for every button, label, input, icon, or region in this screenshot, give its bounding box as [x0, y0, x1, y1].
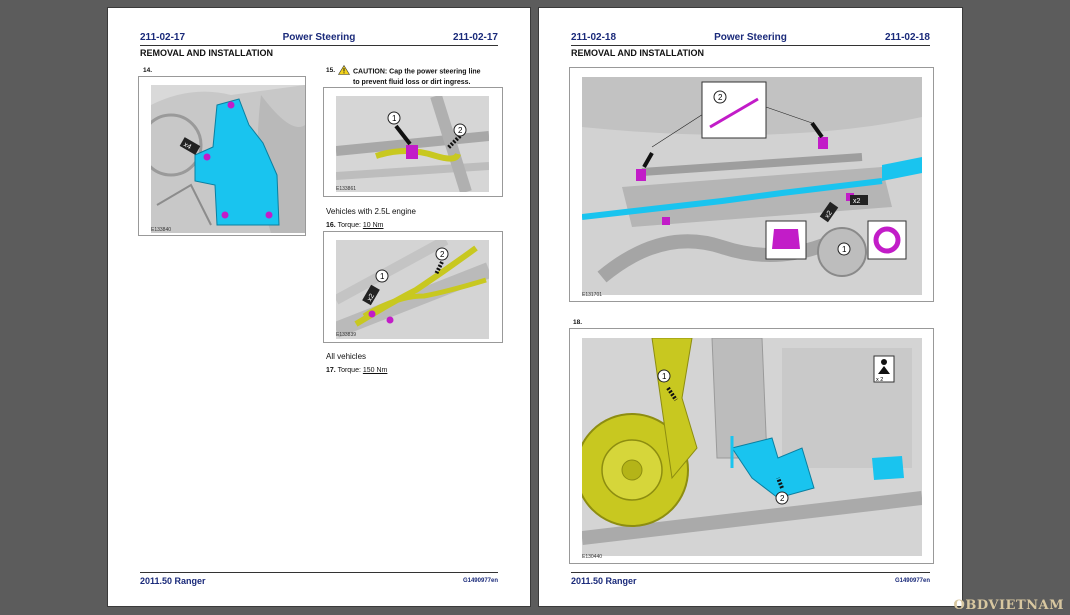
step-15-illustration: 1 2 — [336, 96, 489, 192]
step-15-caution: CAUTION: Cap the power steering line to … — [337, 64, 481, 87]
torque-value: 10 Nm — [362, 222, 384, 229]
header-divider — [571, 45, 930, 46]
step-16-figure-id: E133839 — [336, 332, 357, 338]
step-number-18: 18. — [573, 319, 583, 326]
footer-model: 2011.50 Ranger — [140, 576, 206, 586]
caution-line-1: CAUTION: Cap the power steering line — [353, 68, 481, 76]
step-16-callout-1: 1 — [380, 272, 385, 281]
step-18-callout-1: 1 — [662, 372, 667, 381]
torque-label: Torque: — [337, 367, 361, 374]
footer-divider — [571, 572, 930, 573]
step-16-figure-frame: x2 1 2 E133839 — [323, 231, 503, 343]
section-heading: REMOVAL AND INSTALLATION — [140, 48, 273, 58]
step-number-16: 16. — [326, 222, 336, 229]
step-number-15: 15. — [326, 67, 336, 74]
step-16-illustration: x2 1 2 — [336, 240, 489, 339]
footer-code: G1490977en — [462, 578, 498, 584]
warning-triangle-icon — [337, 64, 351, 79]
footer-divider — [140, 572, 498, 573]
top-figure-frame: 2 1 x2 x2 E131701 — [569, 67, 934, 302]
step-15-callout-1: 1 — [392, 114, 397, 123]
step-number-14: 14. — [143, 67, 153, 74]
header-divider — [140, 45, 498, 46]
top-callout-1: 1 — [842, 245, 847, 254]
manual-page-left: 211-02-17 Power Steering 211-02-17 REMOV… — [107, 7, 531, 607]
vehicle-variant-2-5l: Vehicles with 2.5L engine — [326, 207, 416, 216]
step-18-badge: x 2 — [876, 377, 883, 383]
top-callout-2: 2 — [718, 93, 723, 102]
step-14-illustration: x4 — [151, 85, 305, 233]
step-15-callout-2: 2 — [458, 126, 463, 135]
step-16-callout-2: 2 — [440, 250, 445, 259]
torque-label: Torque: — [337, 222, 361, 229]
manual-page-right: 211-02-18 Power Steering 211-02-18 REMOV… — [538, 7, 963, 607]
footer-code: G1490977en — [894, 578, 930, 584]
step-14-figure-frame: x4 E133840 — [138, 76, 306, 236]
step-15-figure-frame: 1 2 E133861 — [323, 87, 503, 197]
step-15-figure-id: E133861 — [336, 186, 357, 192]
step-16-torque: 16. Torque: 10 Nm — [326, 222, 384, 229]
step-14-figure-id: E133840 — [151, 227, 172, 233]
vehicle-variant-all: All vehicles — [326, 352, 367, 361]
top-figure-id: E131701 — [582, 292, 603, 298]
step-17-torque: 17. Torque: 150 Nm — [326, 367, 387, 374]
page-code-right: 211-02-17 — [452, 32, 498, 43]
page-code-right: 211-02-18 — [884, 32, 930, 43]
top-badge-x2-a: x2 — [853, 198, 861, 205]
step-18-figure-frame: 1 2 x 2 E130440 — [569, 328, 934, 564]
torque-value: 150 Nm — [362, 367, 388, 374]
top-illustration: 2 1 x2 x2 — [582, 77, 922, 295]
caution-line-2: to prevent fluid loss or dirt ingress. — [353, 78, 471, 86]
step-18-figure-id: E130440 — [582, 554, 603, 560]
step-18-illustration: 1 2 x 2 — [582, 338, 922, 556]
step-18-callout-2: 2 — [780, 494, 785, 503]
step-number-17: 17. — [326, 367, 336, 374]
footer-model: 2011.50 Ranger — [571, 576, 637, 586]
watermark: OBDVIETNAM — [953, 598, 1064, 613]
section-heading: REMOVAL AND INSTALLATION — [571, 48, 704, 58]
